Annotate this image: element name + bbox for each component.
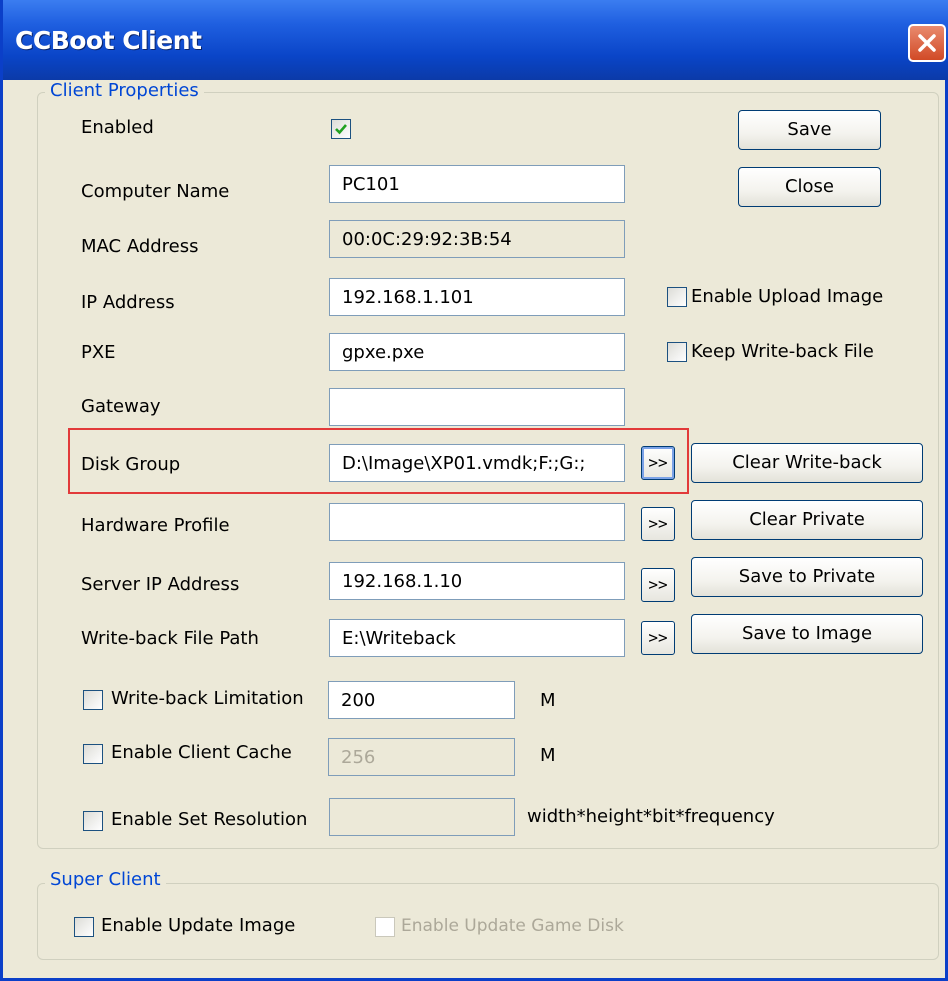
gateway-label: Gateway: [81, 396, 161, 417]
writeback-limitation-checkbox[interactable]: [83, 690, 103, 710]
server-ip-browse-button[interactable]: >>: [641, 568, 675, 602]
keep-writeback-file-checkbox[interactable]: [667, 342, 687, 362]
computer-name-label: Computer Name: [81, 181, 230, 202]
clear-writeback-button[interactable]: Clear Write-back: [691, 443, 923, 483]
ccboot-client-window: CCBoot Client Client Properties Enabled …: [0, 0, 948, 981]
window-title: CCBoot Client: [15, 26, 202, 55]
client-cache-checkbox[interactable]: [83, 744, 103, 764]
set-resolution-checkbox[interactable]: [83, 811, 103, 831]
set-resolution-field: [329, 798, 515, 836]
super-client-legend: Super Client: [45, 869, 166, 890]
hardware-profile-browse-button[interactable]: >>: [641, 507, 675, 541]
writeback-path-field[interactable]: E:\Writeback: [329, 619, 625, 657]
set-resolution-hint: width*height*bit*frequency: [527, 806, 775, 827]
enabled-label: Enabled: [81, 117, 154, 138]
disk-group-browse-button[interactable]: >>: [641, 446, 675, 480]
gateway-field[interactable]: [329, 388, 625, 426]
close-window-button[interactable]: [908, 24, 946, 62]
computer-name-field[interactable]: PC101: [329, 165, 625, 203]
writeback-limitation-unit: M: [540, 690, 556, 711]
enable-update-image-label: Enable Update Image: [101, 915, 296, 936]
enable-upload-image-label: Enable Upload Image: [691, 286, 884, 307]
checkmark-icon: [335, 124, 347, 135]
disk-group-label: Disk Group: [81, 454, 181, 475]
clear-private-button[interactable]: Clear Private: [691, 500, 923, 540]
writeback-limitation-label: Write-back Limitation: [111, 688, 304, 709]
writeback-limitation-field[interactable]: 200: [328, 681, 515, 719]
ip-address-field[interactable]: 192.168.1.101: [329, 278, 625, 316]
client-cache-label: Enable Client Cache: [111, 742, 292, 763]
enabled-checkbox[interactable]: [331, 119, 351, 139]
pxe-field[interactable]: gpxe.pxe: [329, 333, 625, 371]
enable-update-game-disk-checkbox: [375, 917, 395, 937]
save-button[interactable]: Save: [738, 110, 881, 150]
client-cache-unit: M: [540, 745, 556, 766]
set-resolution-label: Enable Set Resolution: [111, 809, 308, 830]
title-bar[interactable]: CCBoot Client: [3, 0, 948, 80]
enable-upload-image-checkbox[interactable]: [667, 287, 687, 307]
save-to-private-button[interactable]: Save to Private: [691, 557, 923, 597]
close-button[interactable]: Close: [738, 167, 881, 207]
mac-address-label: MAC Address: [81, 236, 199, 257]
pxe-label: PXE: [81, 342, 116, 363]
server-ip-label: Server IP Address: [81, 574, 240, 595]
server-ip-field[interactable]: 192.168.1.10: [329, 562, 625, 600]
ip-address-label: IP Address: [81, 292, 175, 313]
client-cache-field: 256: [328, 738, 515, 776]
enable-update-game-disk-label: Enable Update Game Disk: [401, 916, 624, 936]
close-icon: [918, 34, 936, 52]
writeback-path-label: Write-back File Path: [81, 628, 259, 649]
writeback-path-browse-button[interactable]: >>: [641, 621, 675, 655]
keep-writeback-file-label: Keep Write-back File: [691, 341, 874, 362]
mac-address-field: 00:0C:29:92:3B:54: [329, 220, 625, 258]
client-properties-legend: Client Properties: [45, 80, 204, 101]
disk-group-field[interactable]: D:\Image\XP01.vmdk;F:;G:;: [329, 444, 625, 482]
hardware-profile-label: Hardware Profile: [81, 515, 230, 536]
hardware-profile-field[interactable]: [329, 503, 625, 541]
enable-update-image-checkbox[interactable]: [74, 917, 94, 937]
save-to-image-button[interactable]: Save to Image: [691, 614, 923, 654]
